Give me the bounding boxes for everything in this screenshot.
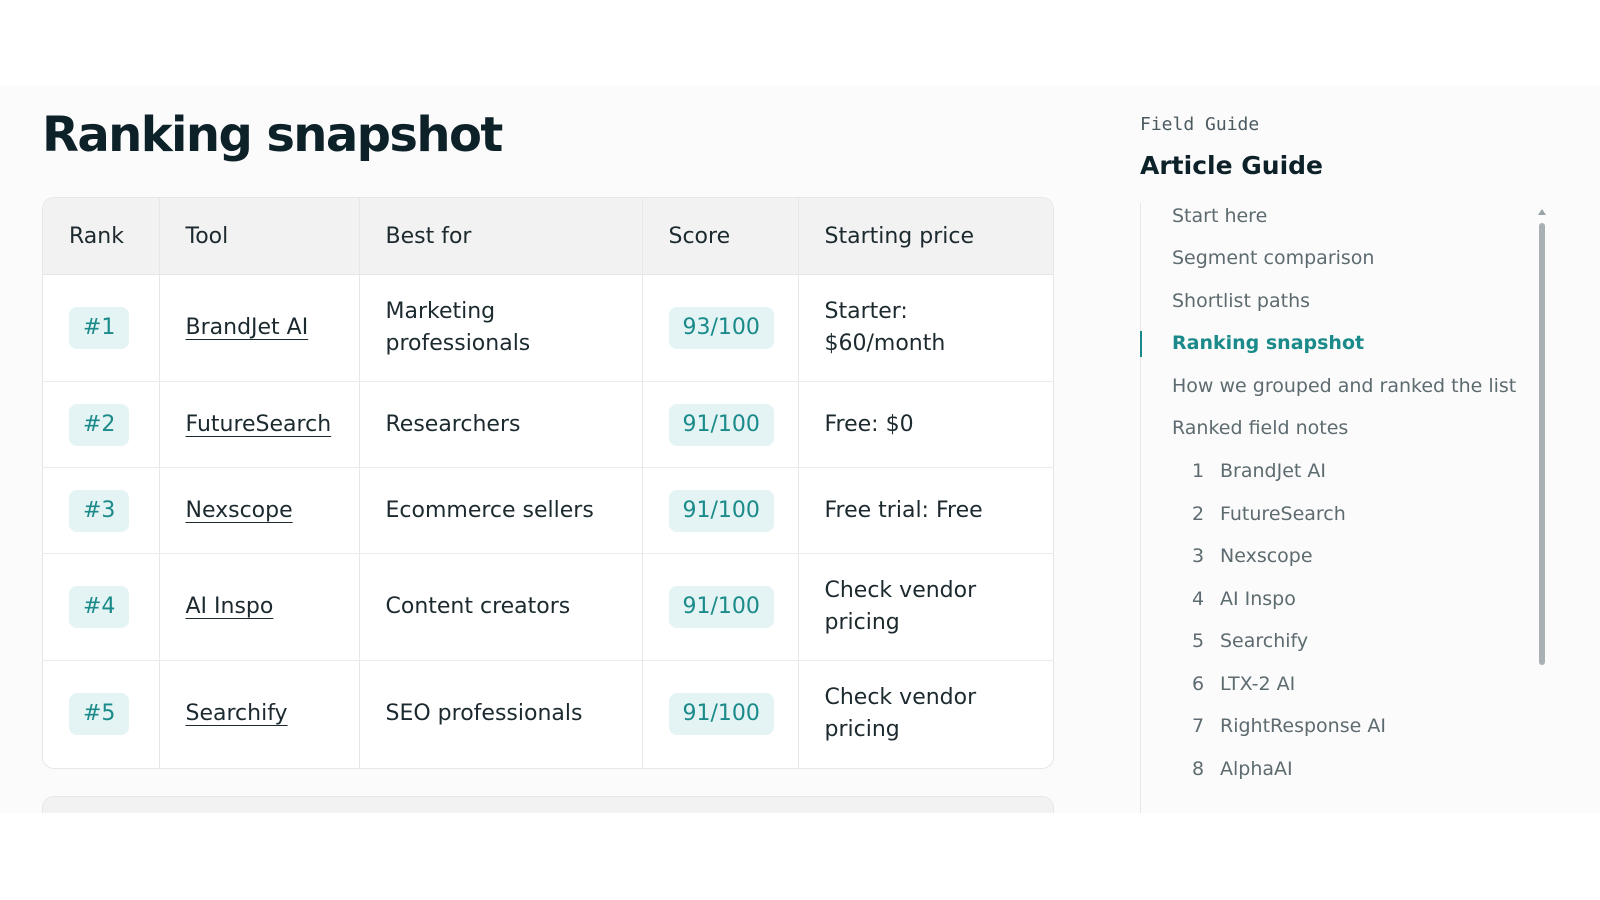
- header-score: Score: [642, 198, 799, 275]
- scroll-thumb[interactable]: [1539, 223, 1545, 665]
- score-cell: 91/100: [642, 467, 799, 554]
- price-cell: Check vendor pricing: [824, 685, 977, 743]
- price-cell: Free: $0: [798, 381, 1053, 468]
- score-cell: 91/100: [642, 553, 799, 661]
- tool-cell: FutureSearch: [159, 381, 360, 468]
- toc-subitem-nexscope[interactable]: 3 Nexscope: [1172, 545, 1313, 567]
- toc-subitem-rightresponse-ai[interactable]: 7 RightResponse AI: [1172, 715, 1386, 737]
- tool-cell: Nexscope: [159, 467, 360, 554]
- toc-item-segment-comparison[interactable]: Segment comparison: [1172, 247, 1374, 269]
- toc-subitem-label: BrandJet AI: [1220, 460, 1326, 482]
- score-badge: 91/100: [668, 489, 774, 532]
- scroll-up-arrow-icon[interactable]: [1538, 209, 1546, 215]
- rank-cell: #2: [43, 381, 160, 468]
- rank-cell: #4: [43, 553, 160, 661]
- sidebar-title: Article Guide: [1140, 151, 1323, 180]
- rank-cell: #5: [43, 660, 160, 768]
- table-row: #1 BrandJet AI Marketing professionals 9…: [43, 274, 1053, 382]
- toc-subitem-label: FutureSearch: [1220, 503, 1346, 525]
- header-starting-price: Starting price: [798, 198, 1053, 275]
- toc-subitem-label: AlphaAI: [1220, 758, 1293, 780]
- toc-subitem-number: 2: [1192, 503, 1205, 525]
- toc-subitem-searchify[interactable]: 5 Searchify: [1172, 630, 1308, 652]
- rank-badge: #4: [69, 586, 130, 628]
- tool-link[interactable]: AI Inspo: [186, 594, 274, 619]
- tool-link[interactable]: Nexscope: [186, 498, 293, 523]
- best-for-cell: Content creators: [359, 553, 643, 661]
- toc-subitem-ltx-2-ai[interactable]: 6 LTX-2 AI: [1172, 673, 1295, 695]
- score-cell: 93/100: [642, 274, 799, 382]
- score-cell: 91/100: [642, 660, 799, 768]
- page-viewport: Ranking snapshot Rank Tool Best for Scor…: [0, 85, 1600, 813]
- best-for-cell: Researchers: [359, 381, 643, 468]
- article-guide-sidebar: Field Guide Article Guide Start here Seg…: [1140, 85, 1560, 813]
- toc-active-indicator: [1140, 331, 1142, 357]
- score-badge: 91/100: [668, 693, 774, 736]
- rank-cell: #3: [43, 467, 160, 554]
- toc-subitem-futuresearch[interactable]: 2 FutureSearch: [1172, 503, 1346, 525]
- rank-badge: #1: [69, 307, 130, 349]
- table-of-contents: Start here Segment comparison Shortlist …: [1140, 203, 1546, 813]
- table-row: #4 AI Inspo Content creators 91/100 Chec…: [43, 553, 1053, 661]
- toc-subitem-brandjet-ai[interactable]: 1 BrandJet AI: [1172, 460, 1326, 482]
- best-for-cell: Ecommerce sellers: [359, 467, 643, 554]
- toc-item-shortlist-paths[interactable]: Shortlist paths: [1172, 290, 1310, 312]
- toc-scrollbar[interactable]: [1538, 209, 1546, 783]
- toc-subitem-number: 8: [1192, 758, 1205, 780]
- price-cell: Check vendor pricing: [798, 553, 1053, 661]
- tool-cell: AI Inspo: [159, 553, 360, 661]
- toc-item-ranking-snapshot[interactable]: Ranking snapshot: [1172, 332, 1364, 354]
- table-header-row: Rank Tool Best for Score Starting price: [43, 198, 1053, 275]
- tool-link[interactable]: Searchify: [186, 701, 288, 726]
- rank-badge: #5: [69, 693, 130, 736]
- score-badge: 91/100: [668, 586, 774, 628]
- toc-item-ranked-field-notes[interactable]: Ranked field notes: [1172, 417, 1348, 439]
- header-best-for: Best for: [359, 198, 643, 275]
- toc-subitem-number: 5: [1192, 630, 1205, 652]
- sidebar-eyebrow: Field Guide: [1140, 114, 1260, 135]
- toc-subitem-number: 1: [1192, 460, 1205, 482]
- toc-subitem-label: AI Inspo: [1220, 588, 1296, 610]
- table-row: #2 FutureSearch Researchers 91/100 Free:…: [43, 381, 1053, 468]
- ranking-table: Rank Tool Best for Score Starting price …: [43, 198, 1053, 768]
- tool-link[interactable]: BrandJet AI: [186, 315, 309, 340]
- toc-subitem-label: RightResponse AI: [1220, 715, 1386, 737]
- best-for-cell: Marketing professionals: [359, 274, 643, 382]
- score-badge: 93/100: [668, 307, 774, 349]
- toc-subitem-number: 6: [1192, 673, 1205, 695]
- header-rank: Rank: [43, 198, 160, 275]
- toc-subitem-number: 3: [1192, 545, 1205, 567]
- score-badge: 91/100: [668, 403, 774, 446]
- page-title: Ranking snapshot: [42, 107, 503, 163]
- toc-subitem-number: 4: [1192, 588, 1205, 610]
- next-table-edge: [42, 796, 1054, 813]
- toc-item-start-here[interactable]: Start here: [1172, 205, 1267, 227]
- tool-link[interactable]: FutureSearch: [186, 412, 332, 437]
- rank-cell: #1: [43, 274, 160, 382]
- tool-cell: Searchify: [159, 660, 360, 768]
- toc-item-how-we-grouped[interactable]: How we grouped and ranked the list: [1172, 375, 1516, 397]
- price-cell: Starter: $60/month: [798, 274, 1053, 382]
- toc-subitem-alphaai[interactable]: 8 AlphaAI: [1172, 758, 1293, 780]
- price-cell: Free trial: Free: [798, 467, 1053, 554]
- table-row: #3 Nexscope Ecommerce sellers 91/100 Fre…: [43, 467, 1053, 554]
- ranking-table-card: Rank Tool Best for Score Starting price …: [42, 197, 1054, 769]
- toc-subitem-ai-inspo[interactable]: 4 AI Inspo: [1172, 588, 1296, 610]
- toc-subitem-label: LTX-2 AI: [1220, 673, 1296, 695]
- toc-subitem-label: Searchify: [1220, 630, 1309, 652]
- score-cell: 91/100: [642, 381, 799, 468]
- tool-cell: BrandJet AI: [159, 274, 360, 382]
- rank-badge: #3: [69, 489, 130, 532]
- toc-subitem-number: 7: [1192, 715, 1205, 737]
- rank-badge: #2: [69, 403, 130, 446]
- best-for-cell: SEO professionals: [359, 660, 643, 768]
- toc-subitem-label: Nexscope: [1220, 545, 1313, 567]
- header-tool: Tool: [159, 198, 360, 275]
- table-row: #5 Searchify SEO professionals 91/100 Ch…: [43, 660, 1053, 768]
